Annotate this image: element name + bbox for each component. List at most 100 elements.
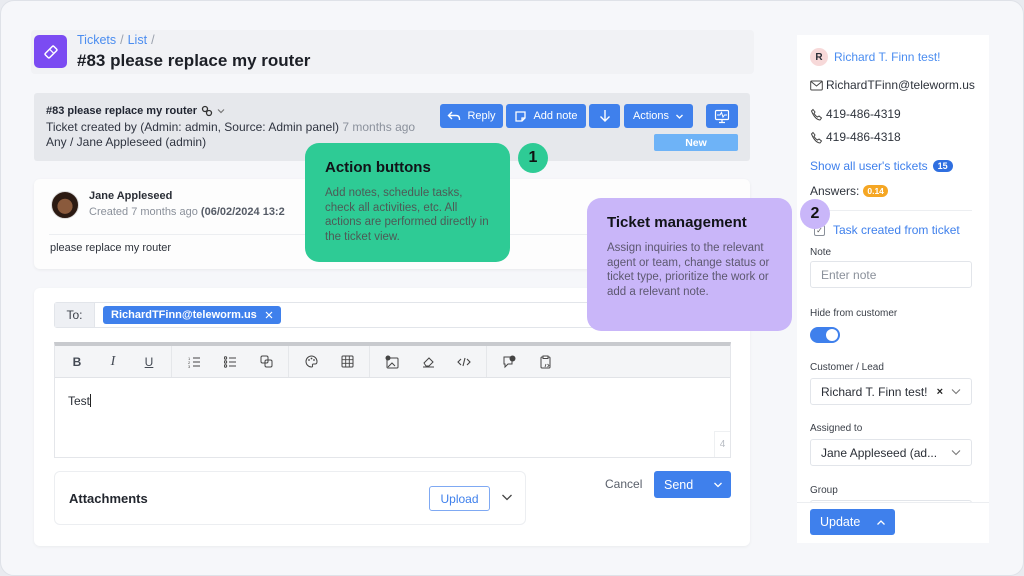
editor-content: Test [68,394,91,408]
callout-number-badge: 2 [800,199,830,229]
customer-lead-select[interactable]: Richard T. Finn test! × [810,378,972,405]
chevron-up-icon[interactable] [867,519,895,526]
customer-avatar: R [810,48,828,66]
upload-button[interactable]: Upload [429,486,490,511]
recipient-email: RichardTFinn@teleworm.us [111,309,257,321]
attachments-title: Attachments [69,491,148,506]
assigned-to-select[interactable]: Jane Appleseed (ad... [810,439,972,466]
customer-header: R Richard T. Finn test! [810,48,941,66]
mail-icon [810,80,823,90]
arrow-down-icon [599,110,610,122]
email-text: RichardTFinn@teleworm.us [826,78,975,92]
message-date: (06/02/2024 13:2 [200,206,285,218]
message-body: please replace my router [50,242,172,254]
activity-monitor-button[interactable] [706,104,738,128]
reply-icon [447,111,461,120]
callout-title: Action buttons [325,159,431,176]
send-button[interactable]: Send [654,471,731,498]
text-caret [90,394,92,407]
editor-text[interactable]: Test [68,394,92,408]
update-label: Update [820,515,861,529]
phone-text: 419-486-4318 [826,130,901,144]
underline-icon[interactable]: U [131,350,167,374]
link-icon[interactable] [201,105,213,117]
phone-icon [810,108,823,121]
customer-name-link[interactable]: Richard T. Finn test! [834,50,941,64]
to-label: To: [55,303,95,327]
ticket-assignment: Any / Jane Appleseed (admin) [46,135,207,149]
hide-from-customer-label: Hide from customer [810,308,898,319]
chevron-down-icon[interactable] [705,481,731,489]
svg-text:3: 3 [188,364,191,368]
chevron-down-icon[interactable] [217,107,225,115]
comment-check-icon[interactable] [491,350,527,374]
copy-icon[interactable] [248,350,284,374]
bullet-list-icon[interactable] [212,350,248,374]
group-label: Group [810,485,838,496]
eraser-icon[interactable] [410,350,446,374]
message-created: Created 7 months ago [89,206,198,218]
note-input[interactable]: Enter note [810,261,972,288]
ticket-created-by: Ticket created by (Admin: admin, Source:… [46,120,415,134]
avatar [51,191,79,219]
callout-body: Add notes, schedule tasks, check all act… [325,187,489,243]
editor-toolbar: B I U 123 [55,346,730,378]
message-meta: Created 7 months ago (06/02/2024 13:2 [89,206,285,218]
clipboard-code-icon[interactable] [527,350,563,374]
palette-icon[interactable] [293,350,329,374]
table-icon[interactable] [329,350,365,374]
cancel-button[interactable]: Cancel [605,477,642,491]
reply-button[interactable]: Reply [440,104,503,128]
message-editor[interactable]: B I U 123 Test 4 [54,342,731,458]
breadcrumb-list[interactable]: List [128,33,147,47]
clear-icon[interactable]: × [937,386,943,398]
add-note-label: Add note [533,110,578,122]
customer-phone: 419-486-4319 [810,107,901,121]
customer-lead-label: Customer / Lead [810,362,884,373]
answers-row: Answers: 0.14 [810,184,888,198]
breadcrumb-separator: / [120,33,124,47]
assigned-to-value: Jane Appleseed (ad... [821,445,938,460]
attachments-panel: Attachments Upload [54,471,526,525]
tickets-count-badge: 15 [932,160,953,172]
task-label[interactable]: Task created from ticket [833,223,960,237]
ticket-icon [34,35,67,68]
code-icon[interactable] [446,350,482,374]
divider [810,210,972,211]
breadcrumb: Tickets / List / [77,33,159,47]
callout-body: Assign inquiries to the relevant agent o… [607,242,770,298]
created-by-text: Ticket created by (Admin: admin, Source:… [46,120,340,134]
actions-dropdown[interactable]: Actions [624,104,693,128]
update-button[interactable]: Update [810,509,895,535]
chevron-down-icon[interactable] [501,492,513,502]
phone-icon [810,131,823,144]
status-badge[interactable]: New [654,134,738,151]
callout-ticket-management: Ticket management Assign inquiries to th… [587,198,792,331]
hide-from-customer-toggle[interactable] [810,327,840,343]
customer-lead-value: Richard T. Finn test! [821,384,928,399]
note-label: Note [810,247,832,258]
show-user-tickets-link[interactable]: Show all user's tickets 15 [810,159,953,173]
actions-label: Actions [632,110,670,122]
customer-email: RichardTFinn@teleworm.us [810,78,975,92]
phone-text: 419-486-4319 [826,107,901,121]
italic-icon[interactable]: I [95,350,131,374]
breadcrumb-tickets[interactable]: Tickets [77,33,116,47]
answers-badge: 0.14 [863,185,888,197]
add-note-button[interactable]: Add note [506,104,586,128]
assigned-to-label: Assigned to [810,423,863,434]
close-icon[interactable] [265,311,273,319]
breadcrumb-separator: / [151,33,155,47]
image-icon[interactable] [374,350,410,374]
page-title: #83 please replace my router [77,51,311,70]
char-count: 4 [714,431,730,457]
ticket-info-title-text: #83 please replace my router [46,105,198,117]
scroll-down-button[interactable] [589,104,620,128]
ordered-list-icon[interactable]: 123 [176,350,212,374]
ticket-info-title: #83 please replace my router [46,105,225,117]
callout-title: Ticket management [607,214,747,231]
callout-action-buttons: Action buttons Add notes, schedule tasks… [305,143,510,262]
bold-icon[interactable]: B [59,350,95,374]
callout-number-badge: 1 [518,143,548,173]
task-created-row[interactable]: ✓ Task created from ticket [814,223,960,237]
